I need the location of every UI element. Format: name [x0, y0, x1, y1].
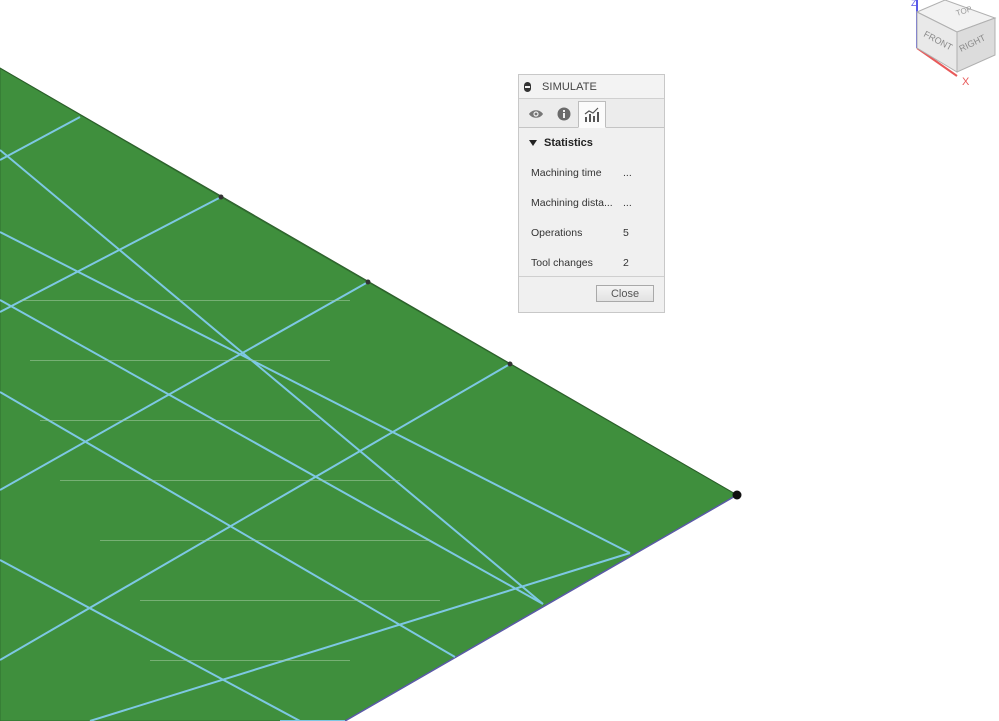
stat-label: Machining dista... — [531, 197, 613, 209]
simulate-panel: SIMULATE Statistics Machining time ... M… — [518, 74, 665, 313]
stat-row-tool-changes: Tool changes 2 — [519, 248, 664, 278]
viewcube[interactable]: Z X TOP FRONT RIGHT — [905, 0, 999, 95]
stat-value: ... — [623, 197, 632, 209]
corner-vertex — [732, 490, 742, 500]
info-tab[interactable] — [550, 101, 578, 127]
collapse-icon[interactable] — [524, 81, 531, 92]
display-tab[interactable] — [522, 101, 550, 127]
section-title: Statistics — [544, 137, 593, 149]
stat-label: Tool changes — [531, 257, 593, 269]
statistics-section-toggle[interactable]: Statistics — [519, 128, 664, 158]
panel-footer: Close — [519, 276, 664, 312]
3d-viewport[interactable] — [0, 0, 999, 721]
stat-row-operations: Operations 5 — [519, 218, 664, 248]
stat-value: ... — [623, 167, 632, 179]
axis-z-label: Z — [911, 0, 917, 8]
stat-value: 2 — [623, 257, 629, 269]
panel-header: SIMULATE — [519, 75, 664, 99]
axis-x-label: X — [962, 76, 970, 88]
stat-label: Operations — [531, 227, 583, 239]
stat-label: Machining time — [531, 167, 602, 179]
stat-row-machining-time: Machining time ... — [519, 158, 664, 188]
close-button[interactable]: Close — [596, 285, 654, 302]
statistics-tab[interactable] — [578, 101, 606, 128]
triangle-down-icon — [529, 140, 537, 146]
tab-row — [519, 99, 664, 128]
eye-icon — [529, 110, 543, 118]
statistics-chart-icon — [584, 107, 599, 122]
stat-value: 5 — [623, 227, 629, 239]
info-icon — [557, 107, 571, 121]
stock-model — [0, 67, 742, 721]
stat-row-machining-distance: Machining dista... ... — [519, 188, 664, 218]
panel-title: SIMULATE — [542, 80, 597, 93]
